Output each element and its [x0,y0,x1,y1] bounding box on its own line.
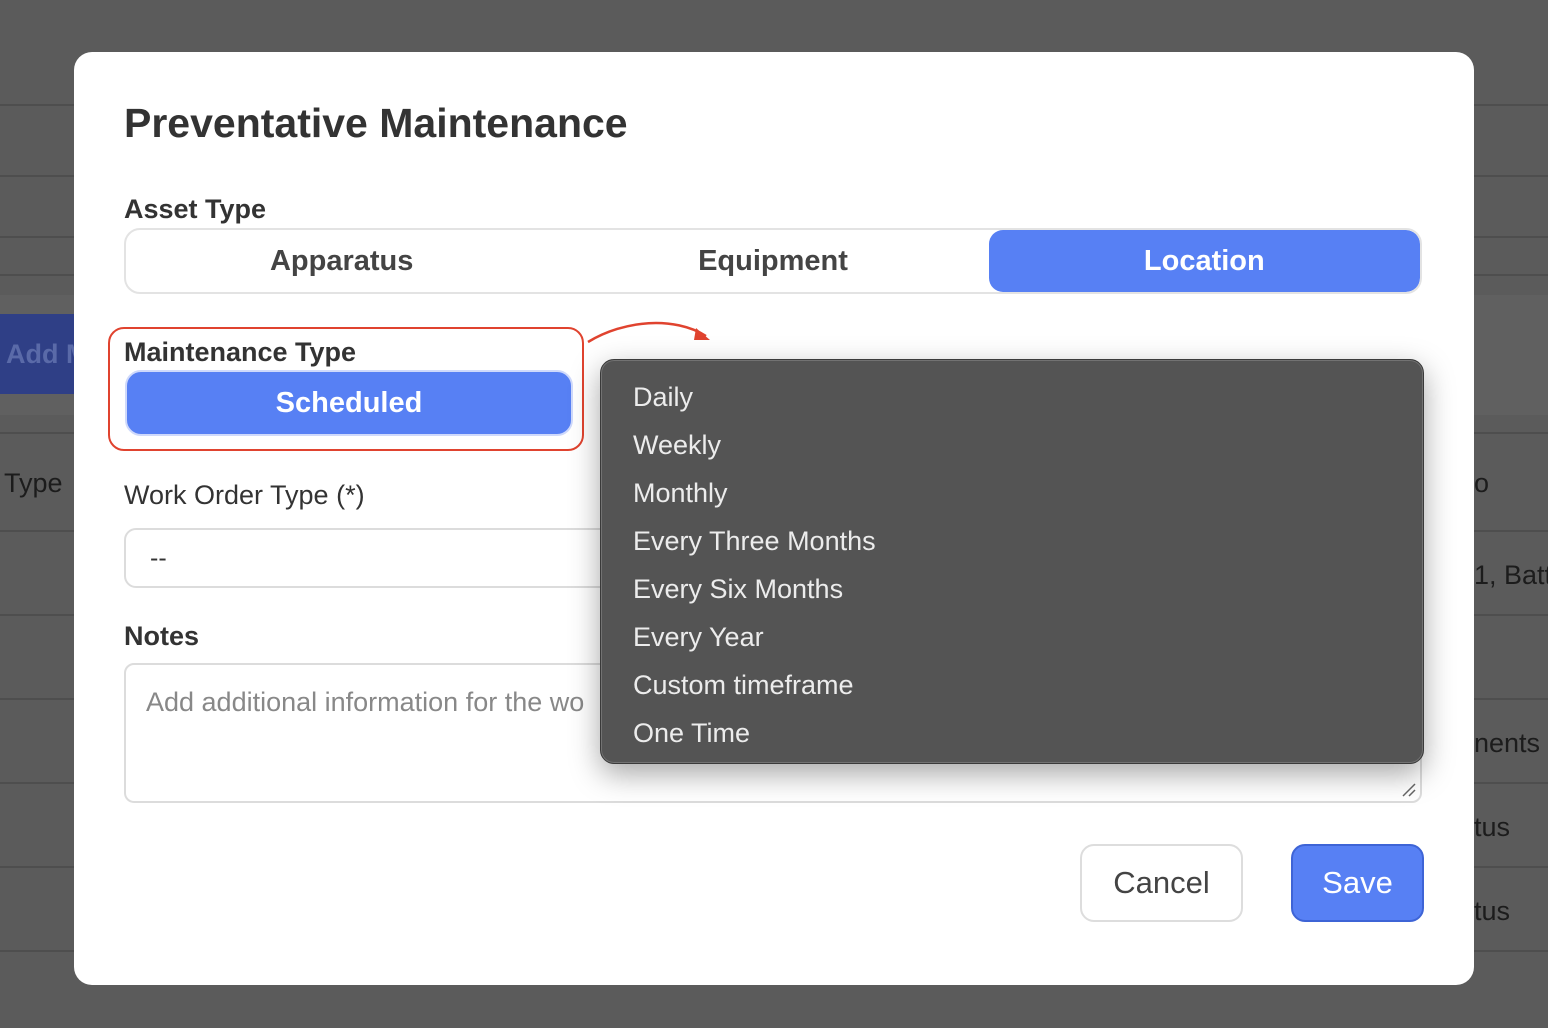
asset-type-selector: Apparatus Equipment Location [124,228,1422,294]
resize-handle-icon[interactable] [1400,781,1416,797]
preventative-maintenance-modal: Preventative Maintenance Asset Type Appa… [74,52,1474,985]
save-button[interactable]: Save [1291,844,1424,922]
option-weekly[interactable]: Weekly [601,424,1423,472]
asset-type-equipment[interactable]: Equipment [557,230,988,292]
cancel-button[interactable]: Cancel [1080,844,1243,922]
option-every-six-months[interactable]: Every Six Months [601,568,1423,616]
notes-placeholder: Add additional information for the wo [146,687,585,717]
add-button: Add M [0,314,80,394]
asset-type-location[interactable]: Location [988,230,1420,292]
scheduled-button[interactable]: Scheduled [125,370,573,436]
table-cell: 1, Batt [1474,560,1548,590]
maintenance-type-label: Maintenance Type [124,337,357,367]
asset-type-label: Asset Type [124,194,267,224]
work-order-type-label: Work Order Type (*) [124,480,365,510]
notes-label: Notes [124,621,200,651]
annotation-arrow-icon [587,321,710,344]
table-cell: nents [1474,728,1541,758]
option-custom-timeframe[interactable]: Custom timeframe [601,664,1423,712]
work-order-type-value: -- [150,543,167,572]
column-header-fragment: o [1474,468,1490,498]
modal-title: Preventative Maintenance [124,100,628,146]
asset-type-apparatus[interactable]: Apparatus [126,230,557,292]
column-header-type: Type [4,468,63,498]
option-every-year[interactable]: Every Year [601,616,1423,664]
frequency-dropdown-menu: Daily Weekly Monthly Every Three Months … [600,359,1424,764]
option-every-three-months[interactable]: Every Three Months [601,520,1423,568]
option-one-time[interactable]: One Time [601,712,1423,760]
table-cell: tus [1474,896,1511,926]
table-cell: tus [1474,812,1511,842]
option-daily[interactable]: Daily [601,376,1423,424]
option-monthly[interactable]: Monthly [601,472,1423,520]
